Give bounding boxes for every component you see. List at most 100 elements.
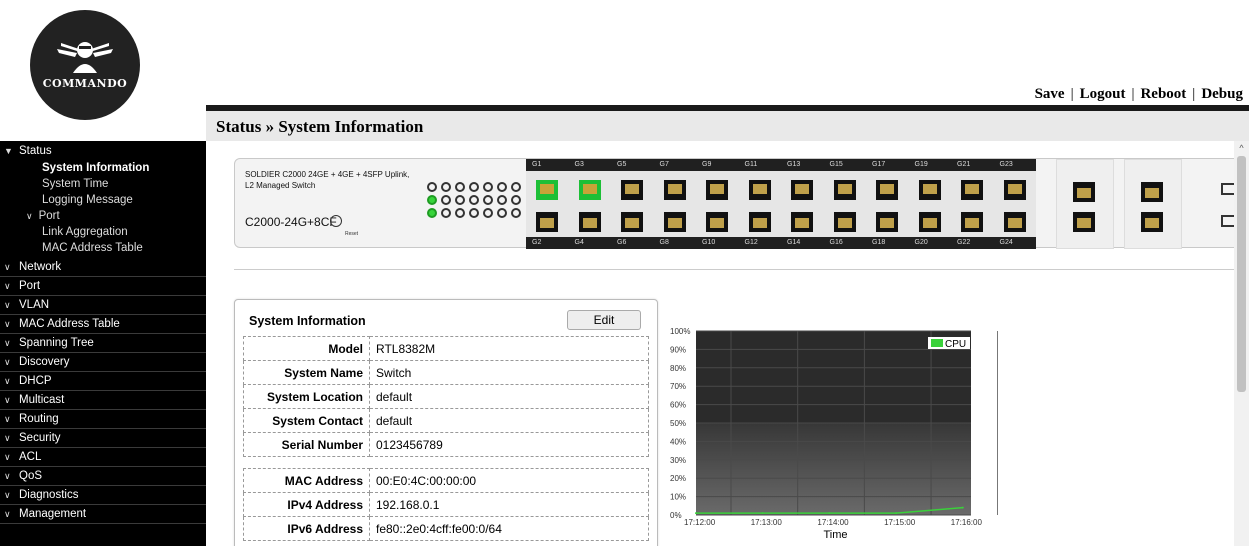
port-g23[interactable] [994, 177, 1037, 203]
port-g13[interactable] [781, 177, 824, 203]
x-tick-label: 17:12:00 [684, 518, 716, 527]
port-label: G2 [532, 239, 542, 246]
port-g7[interactable] [654, 177, 697, 203]
sidebar-group-network[interactable]: ∨ Network [0, 258, 206, 277]
info-row: Serial Number 0123456789 [243, 432, 649, 457]
port-g11[interactable] [739, 177, 782, 203]
sidebar-group-acl[interactable]: ∨ ACL [0, 448, 206, 467]
switch-front-panel: SOLDIER C2000 24GE + 4GE + 4SFP Uplink, … [234, 158, 1245, 249]
sidebar-group-dhcp[interactable]: ∨ DHCP [0, 372, 206, 391]
port-g9[interactable] [696, 177, 739, 203]
sidebar-group-management[interactable]: ∨ Management [0, 505, 206, 524]
sidebar-group-security[interactable]: ∨ Security [0, 429, 206, 448]
info-value: RTL8382M [369, 336, 649, 361]
sidebar-group-status[interactable]: ▼ Status [0, 141, 206, 160]
scrollbar-thumb[interactable] [1237, 156, 1246, 392]
port-g4[interactable] [569, 209, 612, 235]
top-port-labels: G1 G3 G5 G7 G9 G11 G13 G15 G17 G19 G21 G23 [526, 159, 1036, 171]
reboot-link[interactable]: Reboot [1140, 86, 1186, 102]
debug-link[interactable]: Debug [1201, 86, 1243, 102]
port-icon[interactable] [1141, 182, 1163, 202]
port-g14[interactable] [781, 209, 824, 235]
logout-link[interactable]: Logout [1080, 86, 1126, 102]
sidebar-group-port[interactable]: ∨ Port [0, 277, 206, 296]
sfp-port-group [1124, 159, 1182, 249]
port-g18[interactable] [866, 209, 909, 235]
switch-description-line: SOLDIER C2000 24GE + 4GE + 4SFP Uplink, [245, 170, 410, 179]
reset-button-icon[interactable] [330, 215, 342, 227]
sidebar-group-qos[interactable]: ∨ QoS [0, 467, 206, 486]
port-g22[interactable] [951, 209, 994, 235]
sidebar-group-mac-address-table[interactable]: ∨ MAC Address Table [0, 315, 206, 334]
led-indicator [441, 182, 451, 192]
separator: | [1070, 86, 1074, 102]
sidebar-subgroup-port[interactable]: ∨ Port [0, 208, 206, 224]
ethernet-port-icon [918, 212, 941, 232]
port-label: G1 [532, 161, 542, 168]
port-g2[interactable] [526, 209, 569, 235]
sidebar-group-multicast[interactable]: ∨ Multicast [0, 391, 206, 410]
sidebar-group-discovery[interactable]: ∨ Discovery [0, 353, 206, 372]
port-g21[interactable] [951, 177, 994, 203]
save-link[interactable]: Save [1035, 86, 1065, 102]
sidebar-item-system-information[interactable]: System Information [0, 160, 206, 176]
led-indicator [427, 208, 437, 218]
sidebar-item-logging-message[interactable]: Logging Message [0, 192, 206, 208]
x-tick-label: 17:14:00 [817, 518, 849, 527]
bottom-port-labels: G2 G4 G6 G8 G10 G12 G14 G16 G18 G20 G22 G24 [526, 237, 1036, 249]
port-icon[interactable] [1073, 182, 1095, 202]
info-label: IPv4 Address [243, 492, 370, 517]
sidebar-group-vlan[interactable]: ∨ VLAN [0, 296, 206, 315]
port-g16[interactable] [824, 209, 867, 235]
top-links: Save | Logout | Reboot | Debug [1035, 86, 1243, 103]
led-indicator [469, 195, 479, 205]
edit-button[interactable]: Edit [567, 310, 641, 330]
scroll-up-icon[interactable]: ^ [1236, 143, 1247, 154]
port-icon[interactable] [1141, 212, 1163, 232]
y-tick-label: 0% [670, 511, 682, 520]
port-g10[interactable] [696, 209, 739, 235]
port-g20[interactable] [909, 209, 952, 235]
port-g15[interactable] [824, 177, 867, 203]
vertical-scrollbar[interactable]: ^ [1234, 141, 1249, 546]
x-tick-label: 17:15:00 [884, 518, 916, 527]
port-g6[interactable] [611, 209, 654, 235]
sidebar-group-label: Spanning Tree [19, 337, 94, 349]
port-g17[interactable] [866, 177, 909, 203]
sidebar-group-label: ACL [19, 451, 42, 463]
port-g24[interactable] [994, 209, 1037, 235]
legend-swatch [931, 339, 943, 347]
chevron-down-icon: ∨ [4, 261, 11, 272]
port-label: G13 [787, 161, 801, 168]
sidebar-group-spanning-tree[interactable]: ∨ Spanning Tree [0, 334, 206, 353]
chevron-down-icon: ∨ [4, 470, 11, 481]
led-indicator [455, 208, 465, 218]
led-indicator [497, 195, 507, 205]
port-g12[interactable] [739, 209, 782, 235]
ethernet-port-icon [578, 212, 601, 232]
sidebar-group-routing[interactable]: ∨ Routing [0, 410, 206, 429]
port-icon[interactable] [1073, 212, 1095, 232]
info-row: IPv6 Address fe80::2e0:4cff:fe00:0/64 [243, 516, 649, 541]
sidebar-item-system-time[interactable]: System Time [0, 176, 206, 192]
port-label: G15 [829, 161, 843, 168]
sidebar-item-mac-address-table[interactable]: MAC Address Table [0, 240, 206, 256]
soldier-emblem-icon [57, 41, 113, 73]
port-g8[interactable] [654, 209, 697, 235]
sidebar-item-link-aggregation[interactable]: Link Aggregation [0, 224, 206, 240]
led-row [391, 208, 521, 218]
y-tick-label: 10% [670, 493, 686, 502]
separator: | [1131, 86, 1135, 102]
ethernet-port-icon [748, 180, 771, 200]
port-g1[interactable] [526, 177, 569, 203]
port-g19[interactable] [909, 177, 952, 203]
port-grid [526, 177, 1036, 241]
port-g5[interactable] [611, 177, 654, 203]
led-indicator [441, 208, 451, 218]
port-g3[interactable] [569, 177, 612, 203]
sidebar-group-diagnostics[interactable]: ∨ Diagnostics [0, 486, 206, 505]
sidebar-group-label: MAC Address Table [19, 318, 120, 330]
port-label: G21 [957, 161, 971, 168]
led-row [391, 195, 521, 205]
led-row [391, 182, 521, 192]
